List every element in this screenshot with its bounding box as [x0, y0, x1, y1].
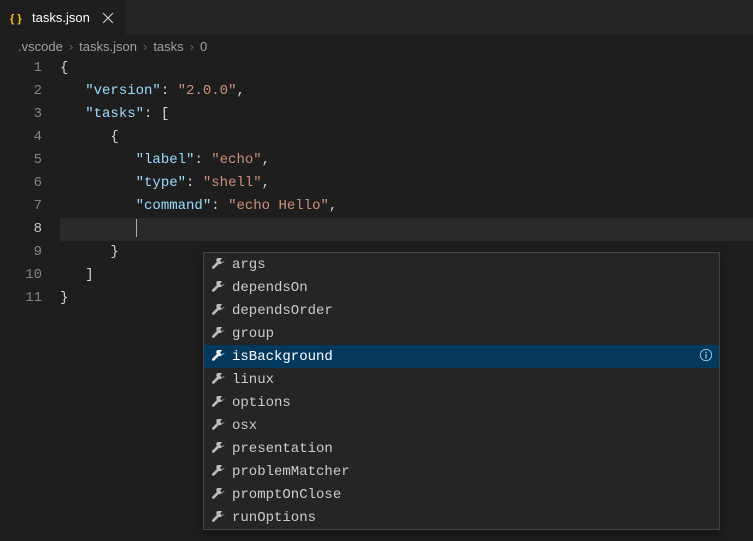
wrench-icon: [210, 281, 226, 295]
wrench-icon: [210, 396, 226, 410]
wrench-icon: [210, 304, 226, 318]
wrench-icon: [210, 350, 226, 364]
json-file-icon: { }: [10, 10, 26, 26]
suggestion-item[interactable]: group: [204, 322, 719, 345]
line-number: 8: [0, 218, 42, 241]
tab-bar: { } tasks.json: [0, 0, 753, 35]
suggestion-item[interactable]: linux: [204, 368, 719, 391]
code-line: "type": "shell",: [60, 172, 753, 195]
code-line: "version": "2.0.0",: [60, 80, 753, 103]
chevron-right-icon: ›: [69, 39, 73, 54]
suggestion-label: dependsOrder: [232, 303, 333, 319]
code-line: "command": "echo Hello",: [60, 195, 753, 218]
code-line: "label": "echo",: [60, 149, 753, 172]
intellisense-suggest-widget[interactable]: args dependsOn dependsOrder group isBackgrou…: [203, 252, 720, 530]
suggestion-item[interactable]: options: [204, 391, 719, 414]
breadcrumb-segment[interactable]: tasks.json: [79, 39, 137, 54]
wrench-icon: [210, 419, 226, 433]
line-number-gutter: 1234567891011: [0, 57, 60, 310]
suggestion-item[interactable]: promptOnClose: [204, 483, 719, 506]
suggestion-item[interactable]: dependsOn: [204, 276, 719, 299]
suggestion-label: osx: [232, 418, 257, 434]
code-line: {: [60, 126, 753, 149]
wrench-icon: [210, 442, 226, 456]
close-icon[interactable]: [100, 10, 116, 26]
line-number: 5: [0, 149, 42, 172]
wrench-icon: [210, 465, 226, 479]
line-number: 7: [0, 195, 42, 218]
line-number: 3: [0, 103, 42, 126]
text-cursor: [136, 219, 137, 237]
suggestion-label: promptOnClose: [232, 487, 341, 503]
wrench-icon: [210, 327, 226, 341]
suggestion-item[interactable]: isBackground: [204, 345, 719, 368]
suggestion-label: presentation: [232, 441, 333, 457]
line-number: 10: [0, 264, 42, 287]
suggestion-label: linux: [232, 372, 274, 388]
line-number: 6: [0, 172, 42, 195]
suggestion-item[interactable]: presentation: [204, 437, 719, 460]
suggestion-label: group: [232, 326, 274, 342]
code-line: {: [60, 57, 753, 80]
info-icon[interactable]: [699, 348, 713, 365]
breadcrumb-segment[interactable]: 0: [200, 39, 207, 54]
suggestion-item[interactable]: dependsOrder: [204, 299, 719, 322]
suggestion-item[interactable]: args: [204, 253, 719, 276]
wrench-icon: [210, 511, 226, 525]
chevron-right-icon: ›: [190, 39, 194, 54]
wrench-icon: [210, 488, 226, 502]
line-number: 9: [0, 241, 42, 264]
line-number: 2: [0, 80, 42, 103]
breadcrumb-segment[interactable]: .vscode: [18, 39, 63, 54]
suggestion-item[interactable]: runOptions: [204, 506, 719, 529]
suggestion-label: problemMatcher: [232, 464, 350, 480]
svg-text:{ }: { }: [10, 13, 22, 25]
suggestion-label: options: [232, 395, 291, 411]
suggestion-item[interactable]: problemMatcher: [204, 460, 719, 483]
line-number: 1: [0, 57, 42, 80]
breadcrumb-segment[interactable]: tasks: [153, 39, 183, 54]
suggestion-label: isBackground: [232, 349, 333, 365]
code-line-active: [60, 218, 753, 241]
breadcrumb[interactable]: .vscode › tasks.json › tasks › 0: [0, 35, 753, 57]
line-number: 4: [0, 126, 42, 149]
editor-tab[interactable]: { } tasks.json: [0, 0, 127, 35]
suggestion-label: runOptions: [232, 510, 316, 526]
line-number: 11: [0, 287, 42, 310]
wrench-icon: [210, 258, 226, 272]
code-line: "tasks": [: [60, 103, 753, 126]
suggestion-label: args: [232, 257, 266, 273]
suggestion-item[interactable]: osx: [204, 414, 719, 437]
tab-filename: tasks.json: [32, 10, 90, 25]
wrench-icon: [210, 373, 226, 387]
suggestion-label: dependsOn: [232, 280, 308, 296]
chevron-right-icon: ›: [143, 39, 147, 54]
